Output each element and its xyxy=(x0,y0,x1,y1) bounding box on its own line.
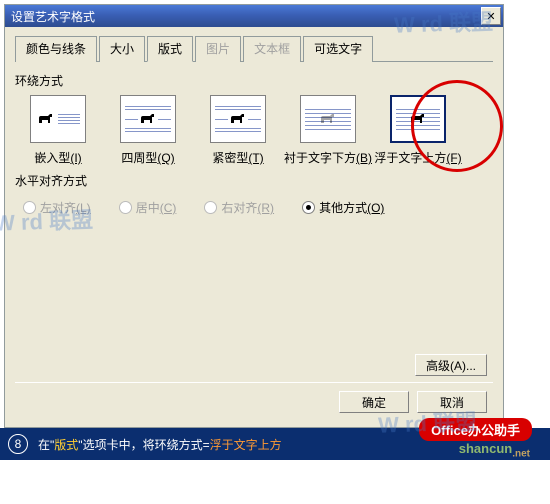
wrap-option-inline[interactable]: 嵌入型(I) xyxy=(19,95,97,166)
dog-icon xyxy=(408,112,428,126)
wrap-thumb-front xyxy=(390,95,446,143)
ok-button[interactable]: 确定 xyxy=(339,391,409,413)
advanced-button[interactable]: 高级(A)... xyxy=(415,354,487,376)
tab-textbox: 文本框 xyxy=(243,36,301,62)
wrap-group-label: 环绕方式 xyxy=(15,72,493,89)
radio-label: 其他方式(O) xyxy=(319,199,384,216)
tab-alttext[interactable]: 可选文字 xyxy=(303,36,373,62)
wrap-option-tight[interactable]: 紧密型(T) xyxy=(199,95,277,166)
radio-align-other[interactable]: 其他方式(O) xyxy=(302,199,384,216)
close-icon[interactable]: ✕ xyxy=(481,7,501,25)
tab-colors-lines[interactable]: 颜色与线条 xyxy=(15,36,97,62)
wrap-label-tight: 紧密型(T) xyxy=(212,149,263,166)
dog-icon xyxy=(138,112,158,126)
dialog-titlebar: 设置艺术字格式 ✕ xyxy=(5,5,503,27)
tab-strip: 颜色与线条 大小 版式 图片 文本框 可选文字 xyxy=(15,35,493,62)
wrap-thumb-behind xyxy=(300,95,356,143)
align-row: 左对齐(L) 居中(C) 右对齐(R) 其他方式(O) xyxy=(15,195,493,226)
wrap-option-front[interactable]: 浮于文字上方(F) xyxy=(379,95,457,166)
wrap-label-square: 四周型(Q) xyxy=(121,149,174,166)
wrap-thumb-tight xyxy=(210,95,266,143)
tab-layout[interactable]: 版式 xyxy=(147,36,193,62)
wrap-option-behind[interactable]: 衬于文字下方(B) xyxy=(289,95,367,166)
radio-align-center: 居中(C) xyxy=(119,199,177,216)
tab-picture: 图片 xyxy=(195,36,241,62)
radio-align-right: 右对齐(R) xyxy=(204,199,274,216)
wrap-label-front: 浮于文字上方(F) xyxy=(374,149,461,166)
cancel-button[interactable]: 取消 xyxy=(417,391,487,413)
wrap-thumb-inline xyxy=(30,95,86,143)
office-helper-badge: Office办公助手 xyxy=(419,418,532,441)
tutorial-footer: Office办公助手 8 在"版式"选项卡中，将环绕方式=浮于文字上方 xyxy=(0,428,550,460)
wordart-format-dialog: 设置艺术字格式 ✕ 颜色与线条 大小 版式 图片 文本框 可选文字 环绕方式 嵌… xyxy=(4,4,504,428)
wrap-options-row: 嵌入型(I) 四周型(Q) 紧密型(T) xyxy=(15,95,493,166)
dog-icon xyxy=(228,112,248,126)
radio-label: 居中(C) xyxy=(136,199,177,216)
wrap-label-behind: 衬于文字下方(B) xyxy=(284,149,372,166)
dialog-title: 设置艺术字格式 xyxy=(11,8,481,25)
dog-icon xyxy=(318,112,338,126)
dog-icon xyxy=(36,112,56,126)
radio-label: 右对齐(R) xyxy=(221,199,274,216)
footer-text: 在"版式"选项卡中，将环绕方式=浮于文字上方 xyxy=(38,436,282,453)
wrap-label-inline: 嵌入型(I) xyxy=(34,149,81,166)
wrap-option-square[interactable]: 四周型(Q) xyxy=(109,95,187,166)
radio-label: 左对齐(L) xyxy=(40,199,91,216)
wrap-thumb-square xyxy=(120,95,176,143)
align-group-label: 水平对齐方式 xyxy=(15,172,493,189)
radio-align-left: 左对齐(L) xyxy=(23,199,91,216)
step-number: 8 xyxy=(8,434,28,454)
tab-size[interactable]: 大小 xyxy=(99,36,145,62)
